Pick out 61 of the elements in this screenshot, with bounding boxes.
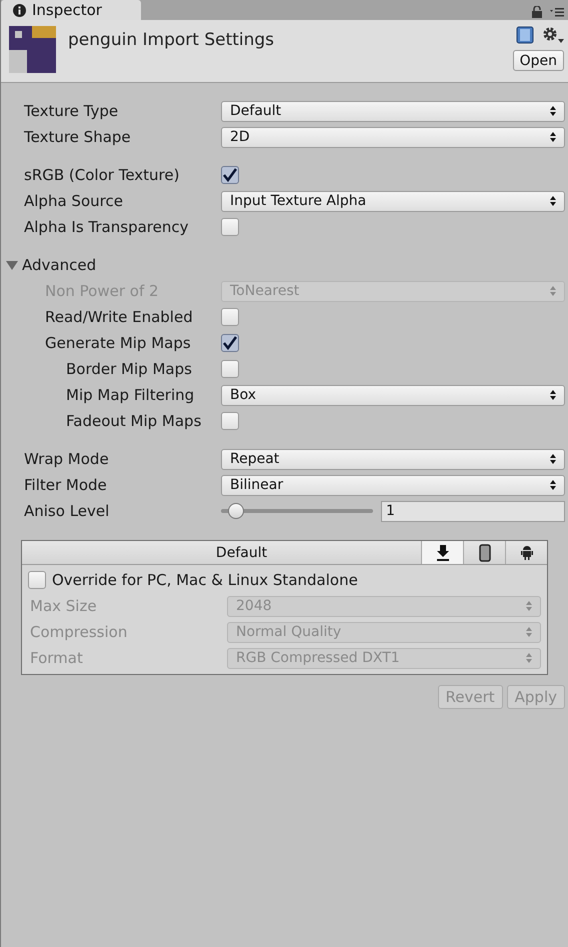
platform-tab[interactable] bbox=[421, 541, 463, 564]
dropdown[interactable]: Box bbox=[221, 384, 565, 406]
checkbox[interactable] bbox=[221, 218, 239, 236]
platform-title: Default bbox=[214, 544, 268, 563]
dropdown-arrows-icon bbox=[550, 454, 556, 464]
slider-track[interactable] bbox=[221, 503, 373, 519]
dropdown[interactable]: Input Texture Alpha bbox=[221, 190, 565, 212]
property-label: Alpha Source bbox=[23, 190, 124, 212]
dropdown-arrows-icon bbox=[526, 601, 532, 611]
dropdown[interactable]: Repeat bbox=[221, 448, 565, 470]
dropdown-arrows-icon bbox=[550, 286, 556, 296]
slider-thumb[interactable] bbox=[228, 503, 244, 519]
triangle-icon bbox=[6, 259, 18, 271]
info-icon bbox=[13, 4, 26, 16]
property-label: Generate Mip Maps bbox=[44, 332, 192, 354]
header-title: penguin Import Settings bbox=[68, 29, 276, 52]
property-label: Fadeout Mip Maps bbox=[65, 410, 202, 432]
checkbox[interactable] bbox=[221, 166, 239, 184]
property-label: Texture Shape bbox=[23, 126, 132, 148]
texture-thumbnail-icon bbox=[9, 26, 56, 73]
foldout-header[interactable]: Advanced bbox=[1, 252, 568, 278]
dropdown-arrows-icon bbox=[550, 196, 556, 206]
inspector-tab[interactable]: Inspector bbox=[1, 0, 141, 20]
property-label: Compression bbox=[29, 622, 128, 643]
dropdown[interactable]: Default bbox=[221, 100, 565, 122]
dropdown[interactable]: 2D bbox=[221, 126, 565, 148]
checkbox[interactable] bbox=[221, 360, 239, 378]
checkmark-icon bbox=[222, 167, 238, 183]
dropdown-arrows-icon bbox=[550, 480, 556, 490]
gear-icon[interactable] bbox=[542, 26, 564, 44]
value-field[interactable]: 1 bbox=[381, 500, 565, 522]
dropdown[interactable]: Bilinear bbox=[221, 474, 565, 496]
property-label: Wrap Mode bbox=[23, 448, 110, 470]
property-label: Max Size bbox=[29, 596, 98, 617]
property-label: Alpha Is Transparency bbox=[23, 216, 190, 238]
dropdown-arrows-icon bbox=[550, 390, 556, 400]
override-label: Override for PC, Mac & Linux Standalone bbox=[52, 570, 358, 591]
property-label: Filter Mode bbox=[23, 474, 108, 496]
checkbox[interactable] bbox=[221, 412, 239, 430]
property-label: Mip Map Filtering bbox=[65, 384, 196, 406]
download-icon bbox=[436, 544, 450, 560]
checkbox[interactable] bbox=[221, 334, 239, 352]
checkbox[interactable] bbox=[221, 308, 239, 326]
open-button[interactable]: Open bbox=[512, 50, 564, 71]
dropdown-arrows-icon bbox=[526, 653, 532, 663]
property-label: Aniso Level bbox=[23, 500, 110, 522]
checkmark-icon bbox=[222, 335, 238, 351]
property-label: Format bbox=[29, 648, 84, 669]
property-label: Border Mip Maps bbox=[65, 358, 193, 380]
property-label: Read/Write Enabled bbox=[44, 306, 194, 328]
menu-icon[interactable] bbox=[550, 7, 564, 17]
dropdown-arrows-icon bbox=[550, 132, 556, 142]
lock-icon[interactable] bbox=[532, 6, 542, 18]
phone-icon bbox=[478, 544, 490, 562]
dropdown-arrows-icon bbox=[526, 627, 532, 637]
dropdown-arrows-icon bbox=[550, 106, 556, 116]
property-label: sRGB (Color Texture) bbox=[23, 164, 180, 186]
property-label: Non Power of 2 bbox=[44, 280, 160, 302]
android-icon bbox=[520, 546, 532, 560]
checkbox[interactable] bbox=[28, 571, 46, 589]
property-label: Texture Type bbox=[23, 100, 120, 122]
